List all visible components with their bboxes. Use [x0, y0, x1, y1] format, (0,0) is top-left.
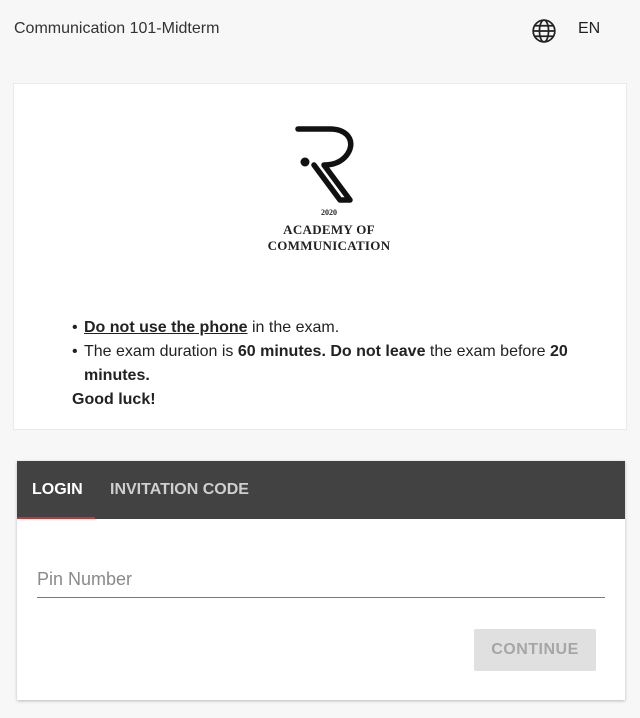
bullet: •	[72, 319, 78, 336]
academy-logo: 2020 ACADEMY OF COMMUNICATION	[254, 124, 404, 254]
logo-text-line1: ACADEMY OF	[283, 222, 375, 237]
exam-rules: • Do not use the phone in the exam. • The …	[72, 316, 612, 412]
rule1-emphasis: Do not use the phone	[84, 319, 248, 336]
logo-year: 2020	[321, 208, 337, 217]
active-tab-indicator	[17, 517, 95, 519]
language-selector[interactable]: EN	[578, 20, 600, 38]
bullet: •	[72, 343, 78, 360]
login-tabs: LOGIN INVITATION CODE	[17, 461, 625, 519]
tab-login[interactable]: LOGIN	[32, 481, 83, 499]
rule-no-phone: • Do not use the phone in the exam.	[72, 316, 612, 340]
tab-invitation-code[interactable]: INVITATION CODE	[110, 481, 249, 499]
logo-text-line2: COMMUNICATION	[267, 238, 391, 253]
good-luck-text: Good luck!	[72, 391, 156, 408]
continue-button[interactable]: CONTINUE	[474, 629, 596, 671]
pin-number-input[interactable]	[37, 561, 605, 598]
top-bar: Communication 101-Midterm EN	[0, 0, 640, 60]
rule-duration: • The exam duration is 60 minutes. Do not…	[72, 340, 612, 388]
exam-info-card: 2020 ACADEMY OF COMMUNICATION • Do not us…	[13, 83, 627, 430]
logo-r-mark	[295, 126, 354, 203]
globe-icon[interactable]	[531, 18, 557, 44]
login-panel: LOGIN INVITATION CODE CONTINUE	[17, 461, 625, 700]
exam-title: Communication 101-Midterm	[14, 20, 220, 37]
